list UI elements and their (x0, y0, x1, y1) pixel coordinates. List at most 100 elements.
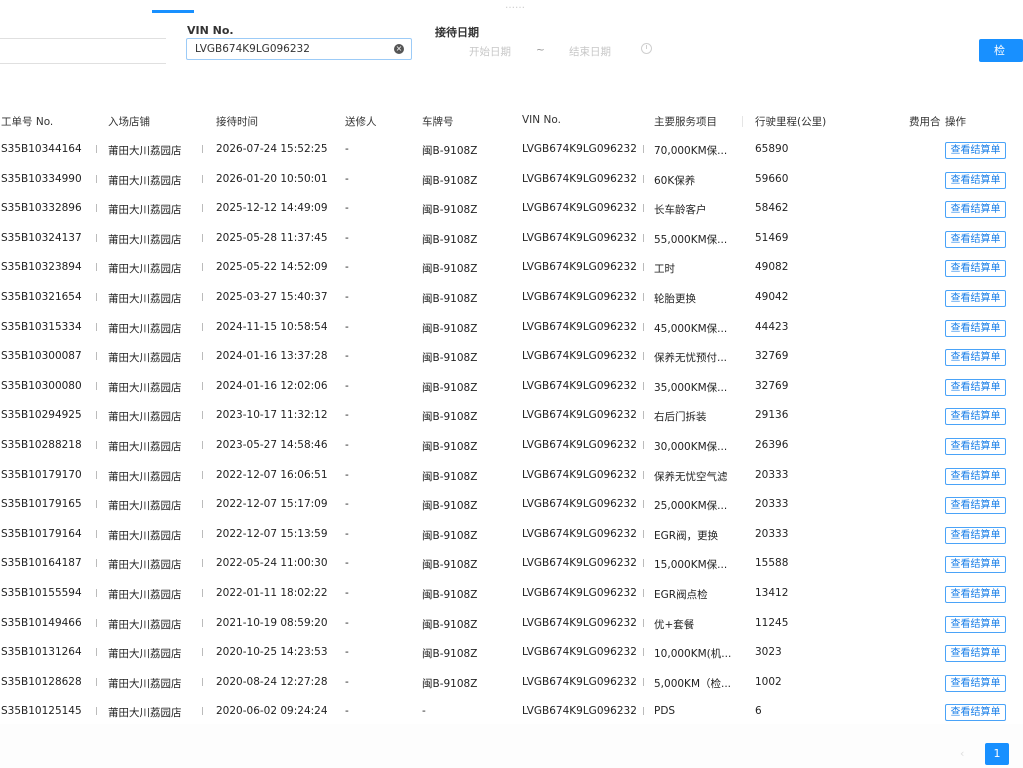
sender-cell: - (345, 172, 349, 185)
store-cell: 莆田大川荔园店 (108, 500, 182, 513)
vin-cell: LVGB674K9LG096232 (522, 557, 637, 570)
vin-label: VIN No. (187, 24, 234, 37)
order-no-cell: S35B10315334 (1, 320, 82, 333)
time-cell: 2026-07-24 15:52:25 (216, 143, 328, 155)
cell-tick (96, 381, 97, 390)
vin-cell: LVGB674K9LG096232 (522, 527, 637, 540)
view-settlement-button[interactable]: 查看结算单 (945, 556, 1006, 574)
view-settlement-button[interactable]: 查看结算单 (945, 201, 1006, 219)
view-settlement-button[interactable]: 查看结算单 (945, 142, 1006, 159)
cell-tick (96, 707, 97, 716)
plate-cell: 闽B-9108Z (422, 233, 478, 246)
plate-cell: 闽B-9108Z (422, 174, 478, 187)
view-settlement-button[interactable]: 查看结算单 (945, 586, 1006, 603)
time-cell: 2020-10-25 14:23:53 (216, 646, 328, 659)
end-date-input[interactable]: 结束日期 (569, 44, 611, 59)
sender-cell: - (345, 587, 349, 599)
cell-tick (643, 589, 644, 597)
plate-cell: 闽B-9108Z (422, 352, 478, 365)
store-cell: 莆田大川荔园店 (108, 145, 182, 157)
time-cell: 2021-10-19 08:59:20 (216, 616, 328, 629)
cell-tick (96, 352, 97, 361)
vin-cell: LVGB674K9LG096232 (522, 587, 637, 599)
vin-cell: LVGB674K9LG096232 (522, 498, 637, 511)
view-settlement-button[interactable]: 查看结算单 (945, 526, 1006, 544)
store-cell: 莆田大川荔园店 (108, 381, 182, 394)
plate-cell: 闽B-9108Z (422, 204, 478, 217)
order-no-cell: S35B10332896 (1, 202, 82, 215)
cell-tick (202, 263, 203, 272)
view-settlement-button[interactable]: 查看结算单 (945, 378, 1006, 396)
sender-cell: - (345, 527, 349, 540)
plate-cell: 闽B-9108Z (422, 677, 478, 690)
view-settlement-button[interactable]: 查看结算单 (945, 349, 1006, 367)
pager-prev-button[interactable]: ‹ (960, 747, 964, 760)
cell-tick (643, 500, 644, 509)
active-tab-indicator (152, 10, 194, 13)
service-cell: 轮胎更换 (654, 293, 696, 305)
cell-tick (96, 470, 97, 479)
mileage-cell: 32769 (755, 350, 789, 363)
store-cell: 莆田大川荔园店 (108, 470, 182, 483)
header-vin: VIN No. (522, 114, 561, 126)
view-settlement-button[interactable]: 查看结算单 (945, 230, 1006, 248)
plate-cell: 闽B-9108Z (422, 500, 478, 513)
service-cell: 长车龄客户 (654, 204, 707, 217)
cell-tick (202, 529, 203, 538)
mileage-cell: 26396 (755, 439, 789, 451)
sender-cell: - (345, 143, 349, 155)
order-no-cell: S35B10344164 (1, 143, 82, 155)
search-button[interactable]: 检 索 (979, 39, 1023, 80)
plate-cell: 闽B-9108Z (422, 559, 478, 572)
cell-tick (643, 648, 644, 657)
view-settlement-button[interactable]: 查看结算单 (945, 674, 1006, 692)
header-separator (742, 116, 743, 127)
view-settlement-button[interactable]: 查看结算单 (945, 290, 1006, 307)
sender-cell: - (345, 705, 349, 718)
order-number-input[interactable] (0, 38, 166, 64)
clear-icon[interactable]: × (394, 44, 404, 54)
service-cell: 5,000KM（检... (654, 677, 732, 690)
view-settlement-button[interactable]: 查看结算单 (945, 171, 1006, 189)
store-cell: 莆田大川荔园店 (108, 233, 182, 246)
cell-tick (96, 322, 97, 331)
start-date-input[interactable]: 开始日期 (469, 44, 511, 59)
time-cell: 2025-12-12 14:49:09 (216, 202, 328, 215)
view-settlement-button[interactable]: 查看结算单 (945, 467, 1006, 485)
sender-cell: - (345, 675, 349, 688)
view-settlement-button[interactable]: 查看结算单 (945, 615, 1006, 633)
service-cell: 25,000KM保... (654, 500, 728, 513)
cell-tick (96, 233, 97, 242)
view-settlement-button[interactable]: 查看结算单 (945, 704, 1006, 722)
view-settlement-button[interactable]: 查看结算单 (945, 497, 1006, 515)
plate-cell: 闽B-9108Z (422, 411, 478, 424)
plate-cell: 闽B-9108Z (422, 618, 478, 631)
cell-tick (202, 233, 203, 242)
cell-tick (202, 618, 203, 627)
cell-tick (643, 352, 644, 361)
sender-cell: - (345, 202, 349, 215)
sender-cell: - (345, 468, 349, 481)
view-settlement-button[interactable]: 查看结算单 (945, 319, 1006, 337)
plate-cell: 闽B-9108Z (422, 648, 478, 661)
cell-tick (643, 529, 644, 538)
pager-page-1[interactable]: 1 (985, 743, 1009, 765)
service-cell: 45,000KM保... (654, 322, 728, 335)
view-settlement-button[interactable]: 查看结算单 (945, 438, 1006, 455)
mileage-cell: 11245 (755, 616, 789, 629)
cell-tick (643, 677, 644, 686)
vin-cell: LVGB674K9LG096232 (522, 439, 637, 451)
time-cell: 2024-01-16 13:37:28 (216, 350, 328, 363)
cell-tick (202, 204, 203, 213)
time-cell: 2025-03-27 15:40:37 (216, 291, 328, 303)
table-footer (0, 724, 1023, 768)
cell-tick (202, 500, 203, 509)
view-settlement-button[interactable]: 查看结算单 (945, 260, 1006, 278)
order-no-cell: S35B10300087 (1, 350, 82, 363)
cell-tick (96, 174, 97, 183)
view-settlement-button[interactable]: 查看结算单 (945, 408, 1006, 426)
view-settlement-button[interactable]: 查看结算单 (945, 645, 1006, 663)
mileage-cell: 59660 (755, 172, 789, 185)
vin-input[interactable]: LVGB674K9LG096232 × (186, 38, 412, 60)
store-cell: 莆田大川荔园店 (108, 618, 182, 631)
